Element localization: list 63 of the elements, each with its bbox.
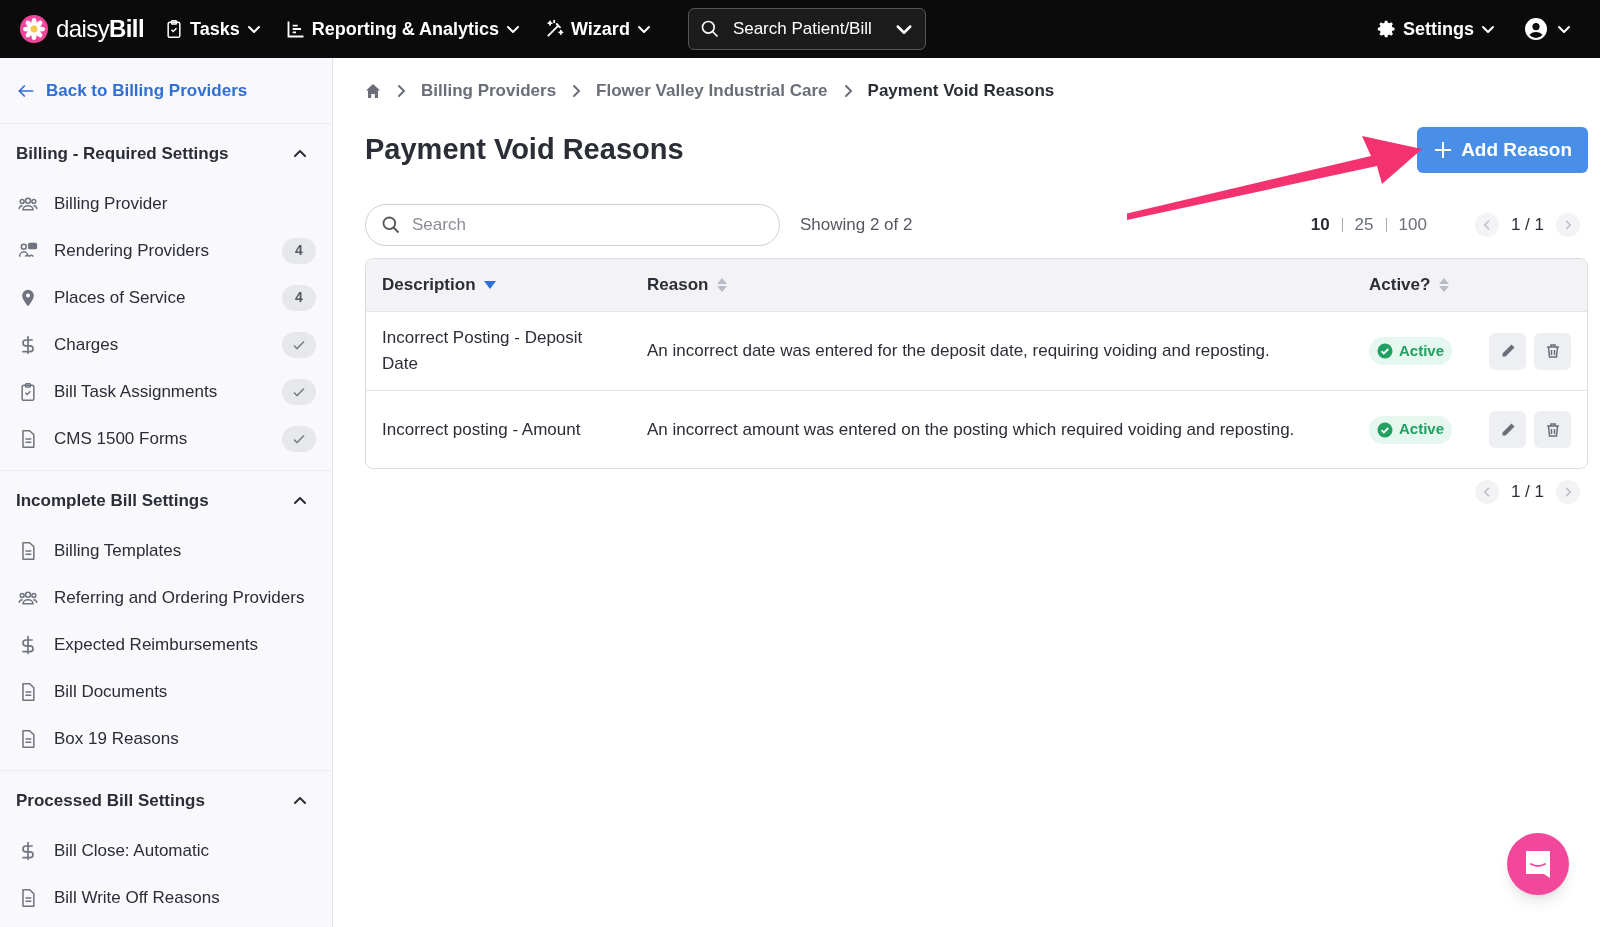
description-cell-text: Incorrect posting - Amount [382, 418, 582, 441]
breadcrumb-current: Payment Void Reasons [867, 80, 1055, 103]
breadcrumb-link[interactable]: Flower Valley Industrial Care [596, 78, 828, 104]
sidebar-item[interactable]: Bill Close: Automatic [54, 837, 316, 864]
sidebar-item[interactable]: Expected Reimbursements [54, 631, 316, 658]
reason-cell-text: An incorrect date was entered for the deposit date, requiring voiding and reposting. [647, 340, 1271, 362]
sidebar-item[interactable]: Box 19 Reasons [54, 725, 316, 752]
trash-icon [1544, 343, 1561, 359]
sidebar-item[interactable]: Billing Templates [54, 537, 316, 564]
column-header[interactable]: Description [382, 272, 476, 298]
column-header[interactable]: Active? [1369, 272, 1431, 298]
delete-button[interactable] [1534, 411, 1571, 448]
settings-icon [1377, 19, 1397, 39]
breadcrumb-link[interactable]: Billing Providers [421, 78, 557, 104]
sidebar-item[interactable]: Charges [54, 331, 282, 358]
trash-icon [1544, 421, 1561, 438]
clipboard-icon [18, 381, 38, 402]
sidebar-item[interactable]: Bill Documents [54, 678, 316, 705]
section-header[interactable]: Billing - Required Settings [0, 124, 332, 180]
count-badge: 4 [282, 237, 316, 264]
flower-logo-icon [20, 15, 48, 43]
sidebar-item[interactable]: Referring and Ordering Providers [54, 584, 316, 611]
page-indicator: 1 / 1 [1510, 214, 1544, 237]
page-title: Payment Void Reasons [365, 132, 684, 168]
page-size-option[interactable]: 25 [1354, 212, 1374, 238]
search-icon [381, 215, 401, 235]
page-size-option[interactable]: 100 [1398, 212, 1427, 238]
section-header[interactable]: Processed Bill Settings [0, 771, 332, 827]
status-badge: Active [1369, 337, 1453, 365]
chart-icon [285, 19, 306, 39]
plus-icon [1433, 140, 1454, 160]
result-count: Showing 2 of 2 [800, 214, 913, 237]
user-avatar-icon [1524, 17, 1548, 41]
count-badge: 4 [282, 284, 316, 311]
logo-text: daisyBill [56, 17, 144, 41]
search-field[interactable]: Search Patient/Bill [687, 8, 926, 50]
sidebar-item[interactable]: Places of Service [54, 284, 282, 311]
nav-menu[interactable]: Reporting & Analytics [285, 15, 522, 43]
edit-button[interactable] [1489, 332, 1526, 370]
page-size-option[interactable]: 10 [1310, 212, 1330, 238]
settings-menu[interactable]: Settings [1377, 15, 1496, 43]
page-indicator: 1 / 1 [1510, 481, 1544, 503]
chat-bubble-icon [1523, 849, 1553, 879]
sidebar-item[interactable]: Rendering Providers [54, 237, 282, 264]
nav-menu[interactable]: Tasks [163, 15, 262, 43]
sidebar-item[interactable]: Bill Task Assignments [54, 378, 282, 405]
nav-menu[interactable]: Wizard [545, 15, 652, 43]
edit-button[interactable] [1489, 411, 1526, 448]
section-header[interactable]: Incomplete Bill Settings [0, 471, 332, 527]
home-icon[interactable] [365, 83, 381, 99]
sidebar-item[interactable]: Bill Write Off Reasons [54, 884, 316, 911]
delete-button[interactable] [1534, 332, 1571, 370]
search-icon [699, 19, 720, 39]
status-badge: Active [1369, 415, 1453, 444]
sidebar-item[interactable]: Billing Provider [54, 190, 316, 217]
reason-cell-text: An incorrect amount was entered on the posting which required voiding and reposting. [647, 418, 1296, 441]
column-header[interactable]: Reason [647, 272, 709, 298]
account-menu[interactable] [1524, 17, 1572, 41]
magic-wand-icon [545, 19, 566, 39]
description-cell-text: Incorrect Posting - Deposit Date [382, 327, 584, 375]
chat-button[interactable] [1507, 833, 1569, 895]
sidebar-item[interactable]: CMS 1500 Forms [54, 425, 282, 452]
back-link[interactable]: Back to Billing Providers [16, 77, 248, 104]
